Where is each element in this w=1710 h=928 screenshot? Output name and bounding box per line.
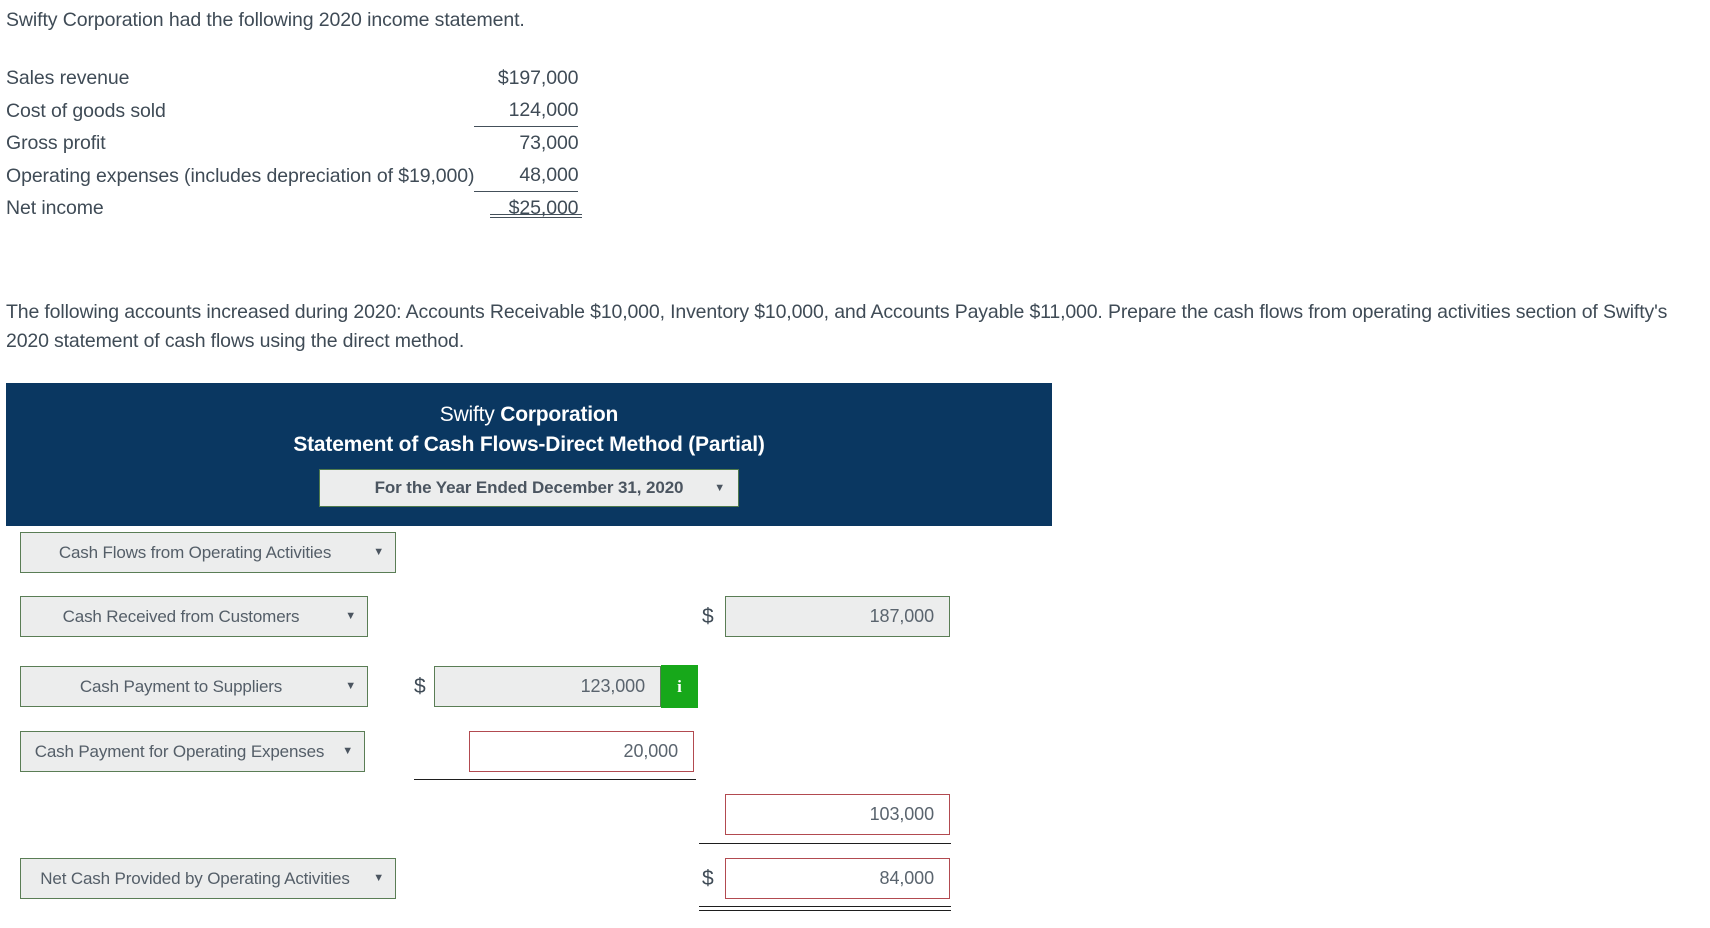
- income-row-label: Net income: [6, 197, 104, 219]
- info-icon[interactable]: i: [661, 665, 698, 708]
- table-row: Net income $25,000: [6, 191, 579, 224]
- account-select-cash-payment-suppliers[interactable]: Cash Payment to Suppliers ▼: [20, 666, 368, 707]
- account-select-label: Cash Flows from Operating Activities: [58, 543, 332, 562]
- income-row-amount: $197,000: [497, 67, 579, 89]
- account-select-label: Cash Payment for Operating Expenses: [34, 742, 325, 761]
- period-select[interactable]: For the Year Ended December 31, 2020 ▼: [319, 469, 739, 507]
- account-select-cash-received[interactable]: Cash Received from Customers ▼: [20, 596, 368, 637]
- account-select-net-cash[interactable]: Net Cash Provided by Operating Activitie…: [20, 858, 396, 899]
- company-name-bold: Corporation: [500, 403, 619, 426]
- worksheet-statement-title: Statement of Cash Flows-Direct Method (P…: [293, 433, 765, 456]
- subtotal-rule: [414, 779, 696, 780]
- grand-total-rule: [699, 906, 951, 911]
- table-row: Gross profit 73,000: [6, 126, 579, 159]
- account-select-section-heading[interactable]: Cash Flows from Operating Activities ▼: [20, 532, 396, 573]
- chevron-down-icon: ▼: [345, 680, 356, 692]
- table-row: Operating expenses (includes depreciatio…: [6, 159, 579, 192]
- period-select-value: For the Year Ended December 31, 2020: [374, 478, 684, 497]
- income-row-amount: 73,000: [474, 126, 579, 159]
- chevron-down-icon: ▼: [342, 745, 353, 757]
- account-select-cash-payment-operating[interactable]: Cash Payment for Operating Expenses ▼: [20, 731, 365, 772]
- intro-paragraph: Swifty Corporation had the following 202…: [6, 9, 525, 31]
- dollar-sign: $: [702, 867, 714, 890]
- amount-input-total-cash-payments[interactable]: 103,000: [725, 794, 950, 835]
- income-row-label: Cost of goods sold: [6, 99, 166, 122]
- income-row-label: Sales revenue: [6, 67, 130, 89]
- account-select-label: Cash Received from Customers: [62, 607, 300, 626]
- chevron-down-icon: ▼: [373, 872, 384, 884]
- income-row-amount: 124,000: [508, 99, 579, 121]
- table-row: Cost of goods sold 124,000: [6, 94, 579, 127]
- worksheet-body: Cash Flows from Operating Activities ▼ C…: [6, 526, 1052, 928]
- income-row-amount: $25,000: [474, 191, 579, 224]
- chevron-down-icon: ▼: [373, 546, 384, 558]
- dollar-sign: $: [414, 675, 426, 698]
- amount-input-cash-received[interactable]: 187,000: [725, 596, 950, 637]
- income-row-label: Operating expenses (includes depreciatio…: [6, 164, 475, 187]
- table-row: Sales revenue $197,000: [6, 62, 579, 94]
- income-row-label: Gross profit: [6, 132, 106, 154]
- chevron-down-icon: ▼: [345, 610, 356, 622]
- income-row-amount: 48,000: [519, 164, 579, 186]
- subtotal-rule: [699, 843, 951, 844]
- account-select-label: Net Cash Provided by Operating Activitie…: [40, 869, 350, 888]
- dollar-sign: $: [702, 605, 714, 628]
- amount-input-cash-payment-operating[interactable]: 20,000: [469, 731, 694, 772]
- cash-flow-worksheet: Swifty Corporation Statement of Cash Flo…: [6, 383, 1052, 928]
- company-name-thin: Swifty: [439, 403, 495, 426]
- chevron-down-icon: ▼: [714, 482, 725, 494]
- amount-input-net-cash[interactable]: 84,000: [725, 858, 950, 899]
- worksheet-company-title: Swifty Corporation: [6, 400, 1052, 430]
- account-select-label: Cash Payment to Suppliers: [79, 677, 283, 696]
- problem-prompt: The following accounts increased during …: [6, 301, 1668, 352]
- net-income-double-rule: [490, 214, 582, 218]
- worksheet-header: Swifty Corporation Statement of Cash Flo…: [6, 383, 1052, 526]
- amount-input-cash-payment-suppliers[interactable]: 123,000: [434, 666, 661, 707]
- income-statement-table: Sales revenue $197,000 Cost of goods sol…: [6, 62, 579, 224]
